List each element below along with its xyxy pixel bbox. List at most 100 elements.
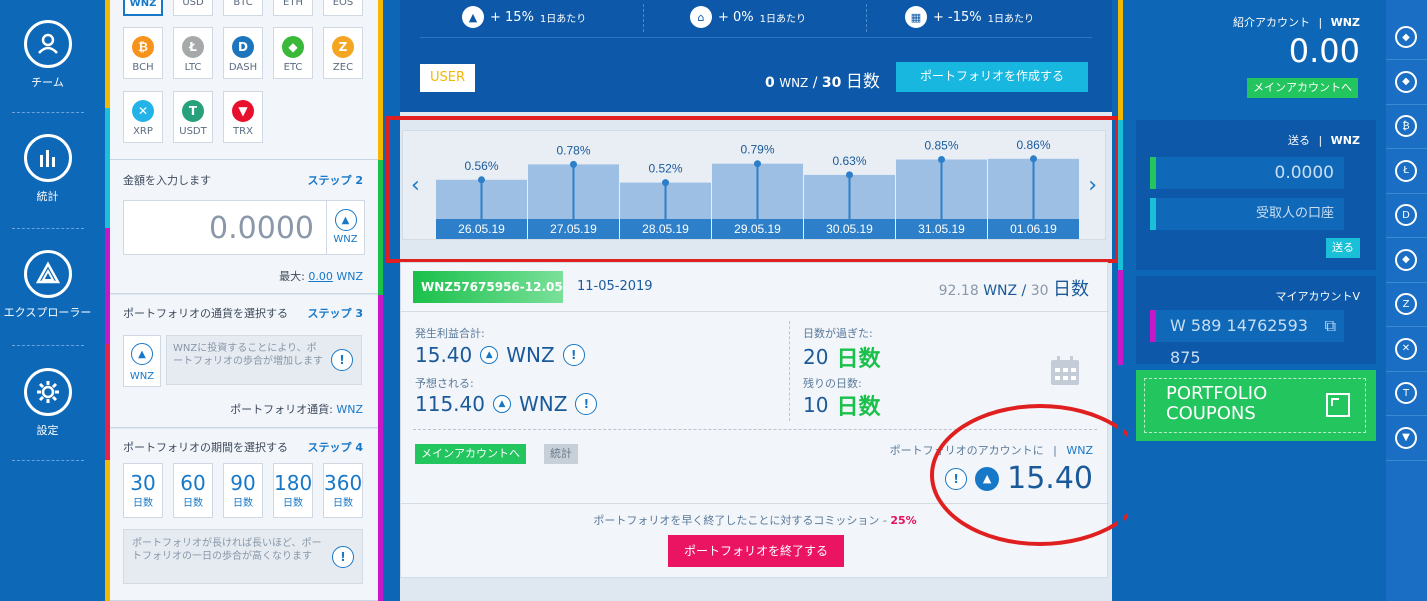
step2-header: 金額を入力します ステップ 2: [123, 172, 363, 188]
rate-value: + 15%: [490, 9, 534, 25]
divider: [1386, 370, 1427, 372]
zec-icon[interactable]: Z: [1395, 293, 1417, 315]
highlight-rectangle: [386, 116, 1120, 263]
currency-ltc[interactable]: Ł LTC: [173, 27, 213, 79]
main-content: ▲ + 15% 1日あたり ⌂ + 0% 1日あたり ▦ + -15% 1日あたり USER…: [386, 0, 1150, 601]
currency-eos[interactable]: EOS: [323, 0, 363, 16]
top-band: ▲ + 15% 1日あたり ⌂ + 0% 1日あたり ▦ + -15% 1日あたり USER…: [400, 0, 1112, 112]
xrp-icon: ✕: [132, 100, 154, 122]
account-panel: 紹介アカウント | WNZ 0.00 メインアカウントへ 送る | WNZ 0.…: [1128, 0, 1384, 601]
user-wnz-unit: WNZ: [779, 76, 809, 90]
period-number: 90: [230, 471, 256, 495]
period-180[interactable]: 180 日数: [273, 463, 313, 518]
profit-unit: WNZ: [506, 343, 555, 367]
portfolio-currency-wnz[interactable]: ▲ WNZ: [123, 335, 161, 387]
divider: [1386, 415, 1427, 416]
divider: [1386, 459, 1427, 461]
nav-divider: [12, 460, 84, 461]
dash-icon[interactable]: D: [1395, 204, 1417, 226]
portfolio-currency-label: ポートフォリオ通貨:: [230, 403, 333, 416]
currency-usdt[interactable]: T USDT: [173, 91, 213, 143]
nav-divider: [12, 345, 84, 346]
ltc-icon[interactable]: Ł: [1395, 159, 1417, 182]
send-amount-input[interactable]: 0.0000: [1150, 157, 1344, 189]
currency-section: WNZ USD BTC ETH EOS ₿ BCH Ł LTC D DASH ◆ ETC Z ZE…: [110, 0, 378, 160]
recipient-input[interactable]: 受取人の口座: [1150, 198, 1344, 230]
currency-etc[interactable]: ◆ ETC: [273, 27, 313, 79]
divider: [1386, 326, 1427, 327]
nav-explorer-label: エクスプローラー: [3, 306, 92, 319]
separator: |: [1318, 16, 1323, 29]
referral-header: 紹介アカウント | WNZ: [1233, 14, 1360, 30]
end-portfolio-button[interactable]: ポートフォリオを終了する: [668, 535, 844, 567]
info-icon[interactable]: !: [562, 344, 585, 366]
portfolio-currency: ポートフォリオ通貨: WNZ: [230, 401, 363, 417]
eth-icon[interactable]: ◆: [1395, 248, 1417, 271]
portfolio-date: 11-05-2019: [577, 279, 653, 294]
trx-icon[interactable]: ▼: [1395, 426, 1417, 449]
nav-stats[interactable]: 統計: [0, 134, 95, 204]
max-unit: WNZ: [336, 270, 363, 283]
nav-settings-label: 設定: [36, 424, 59, 437]
portfolio-coupons-button[interactable]: PORTFOLIO COUPONS: [1136, 370, 1376, 441]
rate-label: 1日あたり: [539, 13, 587, 25]
eth-icon[interactable]: ◆: [1395, 26, 1417, 48]
profit-value: 15.40 ▲ WNZ!: [415, 343, 585, 367]
max-value-link[interactable]: 0.00: [308, 270, 333, 283]
copy-icon[interactable]: ⧉: [1325, 310, 1336, 342]
nav-stats-label: 統計: [36, 190, 59, 203]
stripe: [1118, 120, 1123, 270]
person-icon: [23, 20, 72, 68]
my-account-label: マイアカウントV: [1275, 290, 1360, 303]
currency-zec[interactable]: Z ZEC: [323, 27, 363, 79]
btc-icon[interactable]: ₿: [1395, 115, 1417, 137]
main-account-button[interactable]: メインアカウントへ: [1247, 78, 1358, 98]
period-90[interactable]: 90 日数: [223, 463, 263, 518]
period-360[interactable]: 360 日数: [323, 463, 363, 518]
info-icon[interactable]: !: [332, 546, 354, 568]
rate-value: + -15%: [933, 9, 982, 25]
rate-label: 1日あたり: [759, 13, 807, 25]
nav-settings[interactable]: 設定: [0, 368, 95, 438]
xrp-icon[interactable]: ✕: [1395, 337, 1417, 360]
nav-explorer[interactable]: エクスプローラー: [0, 250, 95, 320]
wnz-logo-icon: ▲: [480, 346, 499, 364]
currency-dash[interactable]: D DASH: [223, 27, 263, 79]
create-portfolio-button[interactable]: ポートフォリオを作成する: [896, 62, 1088, 92]
info-icon[interactable]: !: [575, 393, 598, 415]
wnz-logo-icon: ▲: [492, 395, 511, 413]
info-icon[interactable]: !: [331, 349, 353, 371]
referral-balance: 0.00: [1288, 32, 1360, 70]
trx-icon: ▼: [232, 100, 254, 122]
period-30[interactable]: 30 日数: [123, 463, 163, 518]
separator: |: [1318, 134, 1323, 147]
send-button[interactable]: 送る: [1326, 238, 1360, 258]
currency-label: USDT: [179, 126, 207, 137]
currency-wnz[interactable]: WNZ: [123, 0, 163, 16]
rates-bar: ▲ + 15% 1日あたり ⌂ + 0% 1日あたり ▦ + -15% 1日あたり: [420, 0, 1092, 38]
divider: [1386, 281, 1427, 283]
usdt-icon[interactable]: T: [1395, 382, 1417, 404]
currency-usd[interactable]: USD: [173, 0, 213, 16]
invest-panel: WNZ USD BTC ETH EOS ₿ BCH Ł LTC D DASH ◆ ETC Z ZE…: [110, 0, 378, 601]
etc-icon: ◆: [282, 36, 304, 58]
calendar-icon: [1049, 355, 1081, 390]
stats-button[interactable]: 統計: [544, 444, 578, 464]
currency-bch[interactable]: ₿ BCH: [123, 27, 163, 79]
period-number: 60: [180, 471, 206, 495]
user-summary: 0 WNZ / 30 日数: [765, 67, 880, 92]
etc-icon[interactable]: ◆: [1395, 70, 1417, 93]
currency-xrp[interactable]: ✕ XRP: [123, 91, 163, 143]
step4-section: ポートフォリオの期間を選択する ステップ 4 30 日数 60 日数 90 日数 18…: [110, 429, 378, 601]
explorer-icon: [23, 250, 72, 298]
period-60[interactable]: 60 日数: [173, 463, 213, 518]
dash-icon: D: [232, 36, 254, 58]
main-account-button[interactable]: メインアカウントへ: [415, 444, 526, 464]
currency-eth[interactable]: ETH: [273, 0, 313, 16]
nav-team[interactable]: チーム: [0, 20, 95, 90]
currency-btc[interactable]: BTC: [223, 0, 263, 16]
my-account-number: W 589 14762593 875: [1170, 316, 1308, 367]
highlight-ellipse: [930, 404, 1150, 546]
currency-trx[interactable]: ▼ TRX: [223, 91, 263, 143]
amount-input[interactable]: 0.0000 ▲ WNZ: [123, 200, 365, 255]
